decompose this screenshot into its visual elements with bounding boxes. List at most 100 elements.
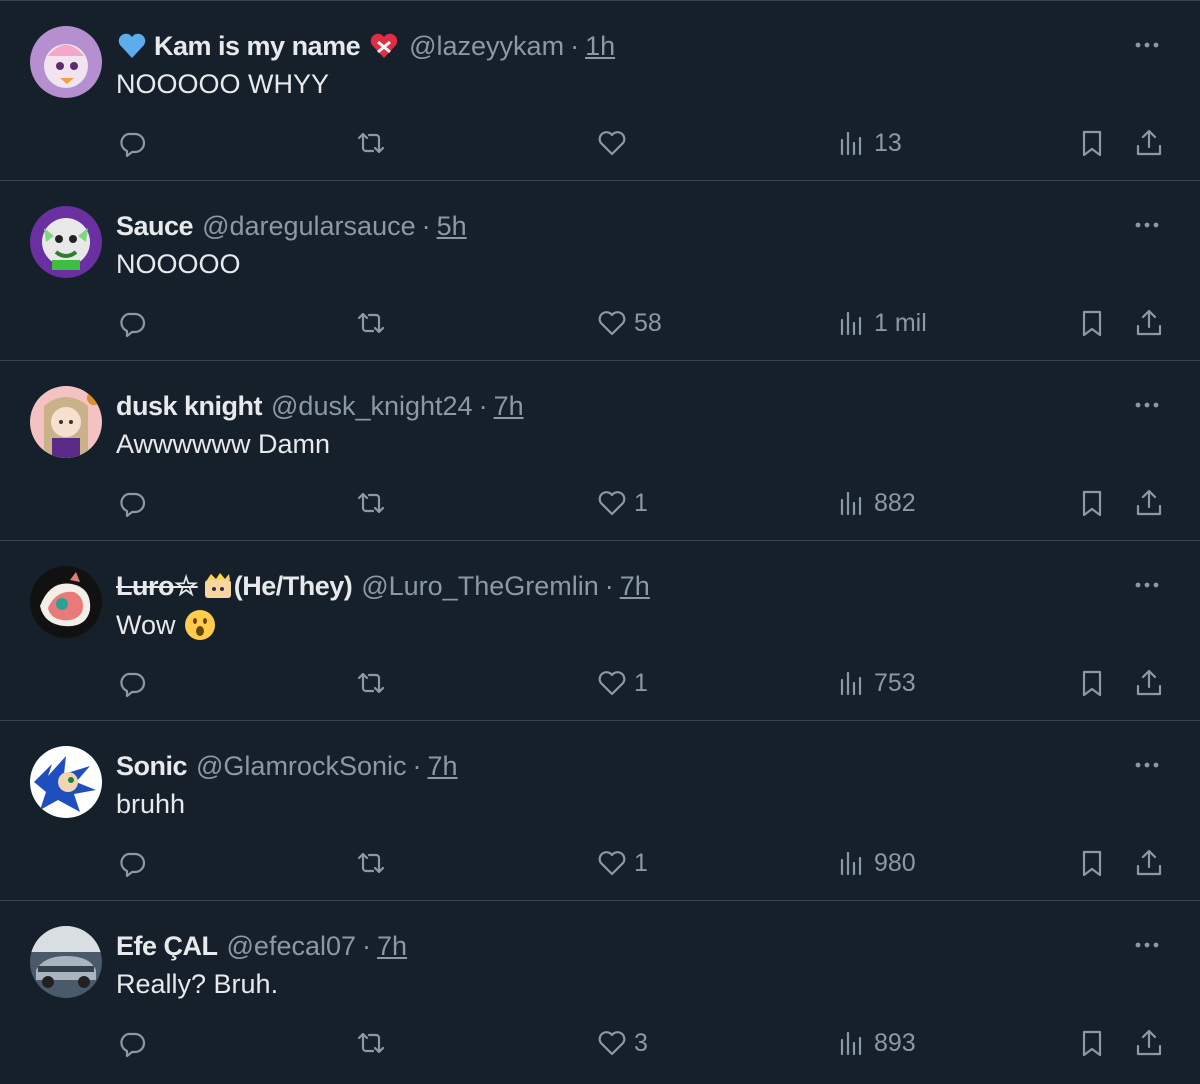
reply-button[interactable] [116,663,148,703]
retweet-button[interactable] [355,843,387,883]
views-button[interactable]: 13 [836,123,902,163]
share-button[interactable] [1133,123,1165,163]
reply-item[interactable]: Efe ÇAL @efecal07 · 7h Really? Bruh. 3 8… [0,901,1200,1083]
user-handle[interactable]: @Luro_TheGremlin [361,571,599,602]
reply-item[interactable]: dusk knight @dusk_knight24 · 7h Awwwwww … [0,361,1200,541]
like-count: 3 [634,1028,648,1057]
mending-heart-emoji [368,30,400,62]
more-icon [1135,402,1159,408]
reply-icon [120,1032,146,1058]
reply-button[interactable] [116,123,148,163]
user-handle[interactable]: @efecal07 [227,931,357,962]
separator-dot: · [421,210,431,241]
reply-item[interactable]: Sauce @daregularsauce · 5h NOOOOO 58 1 m… [0,181,1200,361]
reply-item[interactable]: Sonic @GlamrockSonic · 7h bruhh 1 980 [0,721,1200,901]
reply-header: Efe ÇAL @efecal07 · 7h [116,929,407,963]
retweet-button[interactable] [355,1023,387,1063]
timestamp-link[interactable]: 7h [494,391,524,422]
like-button[interactable]: 1 [596,663,648,703]
bookmark-button[interactable] [1076,1023,1108,1063]
display-name[interactable]: dusk knight [116,391,263,422]
reply-item[interactable]: Luro☆ (He/They) @Luro_TheGremlin · 7h Wo… [0,541,1200,721]
retweet-button[interactable] [355,663,387,703]
display-name[interactable]: Efe ÇAL [116,931,218,962]
like-count: 1 [634,488,648,517]
views-count: 753 [874,668,916,697]
views-icon [840,1031,862,1056]
like-button[interactable]: 3 [596,1023,648,1063]
bookmark-icon [1082,310,1102,337]
reply-button[interactable] [116,303,148,343]
action-bar: 1 980 [0,843,1200,883]
like-button[interactable]: 1 [596,843,648,883]
bookmark-button[interactable] [1076,303,1108,343]
retweet-button[interactable] [355,483,387,523]
display-name[interactable]: Luro☆ [116,571,198,602]
reply-button[interactable] [116,1023,148,1063]
separator-dot: · [362,930,372,961]
avatar[interactable] [30,926,102,998]
share-button[interactable] [1133,483,1165,523]
like-icon [598,131,626,156]
display-name[interactable]: Sauce [116,211,194,242]
reply-item[interactable]: Kam is my name @lazeyykam · 1h NOOOOO WH… [0,1,1200,181]
avatar[interactable] [30,566,102,638]
reply-icon [120,672,146,698]
more-options-button[interactable] [1132,213,1162,237]
like-button[interactable]: 58 [596,303,662,343]
user-handle[interactable]: @lazeyykam [409,31,564,62]
retweet-button[interactable] [355,303,387,343]
timestamp-link[interactable]: 5h [437,211,467,242]
more-options-button[interactable] [1132,33,1162,57]
more-options-button[interactable] [1132,933,1162,957]
avatar[interactable] [30,26,102,98]
bookmark-button[interactable] [1076,483,1108,523]
pronouns: (He/They) [233,570,353,601]
bookmark-button[interactable] [1076,123,1108,163]
reply-icon [120,312,146,338]
retweet-icon [357,312,385,334]
timestamp-link[interactable]: 1h [585,31,615,62]
retweet-icon [357,132,385,154]
views-button[interactable]: 1 mil [836,303,927,343]
retweet-button[interactable] [355,123,387,163]
user-handle[interactable]: @dusk_knight24 [271,391,473,422]
more-options-button[interactable] [1132,753,1162,777]
retweet-icon [357,672,385,694]
views-button[interactable]: 980 [836,843,916,883]
share-icon [1136,129,1162,156]
reply-icon [120,492,146,518]
timestamp-link[interactable]: 7h [377,931,407,962]
share-button[interactable] [1133,843,1165,883]
more-icon [1135,942,1159,948]
views-button[interactable]: 882 [836,483,916,523]
user-handle[interactable]: @GlamrockSonic [196,751,406,782]
blue-heart-emoji [116,30,148,62]
bookmark-button[interactable] [1076,663,1108,703]
reply-button[interactable] [116,483,148,523]
views-count: 1 mil [874,308,927,337]
timestamp-link[interactable]: 7h [620,571,650,602]
like-icon [598,671,626,696]
bookmark-button[interactable] [1076,843,1108,883]
share-button[interactable] [1133,303,1165,343]
share-button[interactable] [1133,663,1165,703]
more-options-button[interactable] [1132,393,1162,417]
views-button[interactable]: 753 [836,663,916,703]
display-name[interactable]: Kam is my name [154,31,361,62]
share-button[interactable] [1133,1023,1165,1063]
like-button[interactable]: 1 [596,483,648,523]
user-handle[interactable]: @daregularsauce [202,211,416,242]
display-name[interactable]: Sonic [116,751,188,782]
avatar[interactable] [30,206,102,278]
avatar[interactable] [30,746,102,818]
more-options-button[interactable] [1132,573,1162,597]
timestamp-link[interactable]: 7h [427,751,457,782]
views-button[interactable]: 893 [836,1023,916,1063]
like-button[interactable] [596,123,634,163]
share-icon [1136,669,1162,696]
crown-hat-emoji [202,570,234,602]
reply-button[interactable] [116,843,148,883]
avatar[interactable] [30,386,102,458]
separator-dot: · [412,750,422,781]
